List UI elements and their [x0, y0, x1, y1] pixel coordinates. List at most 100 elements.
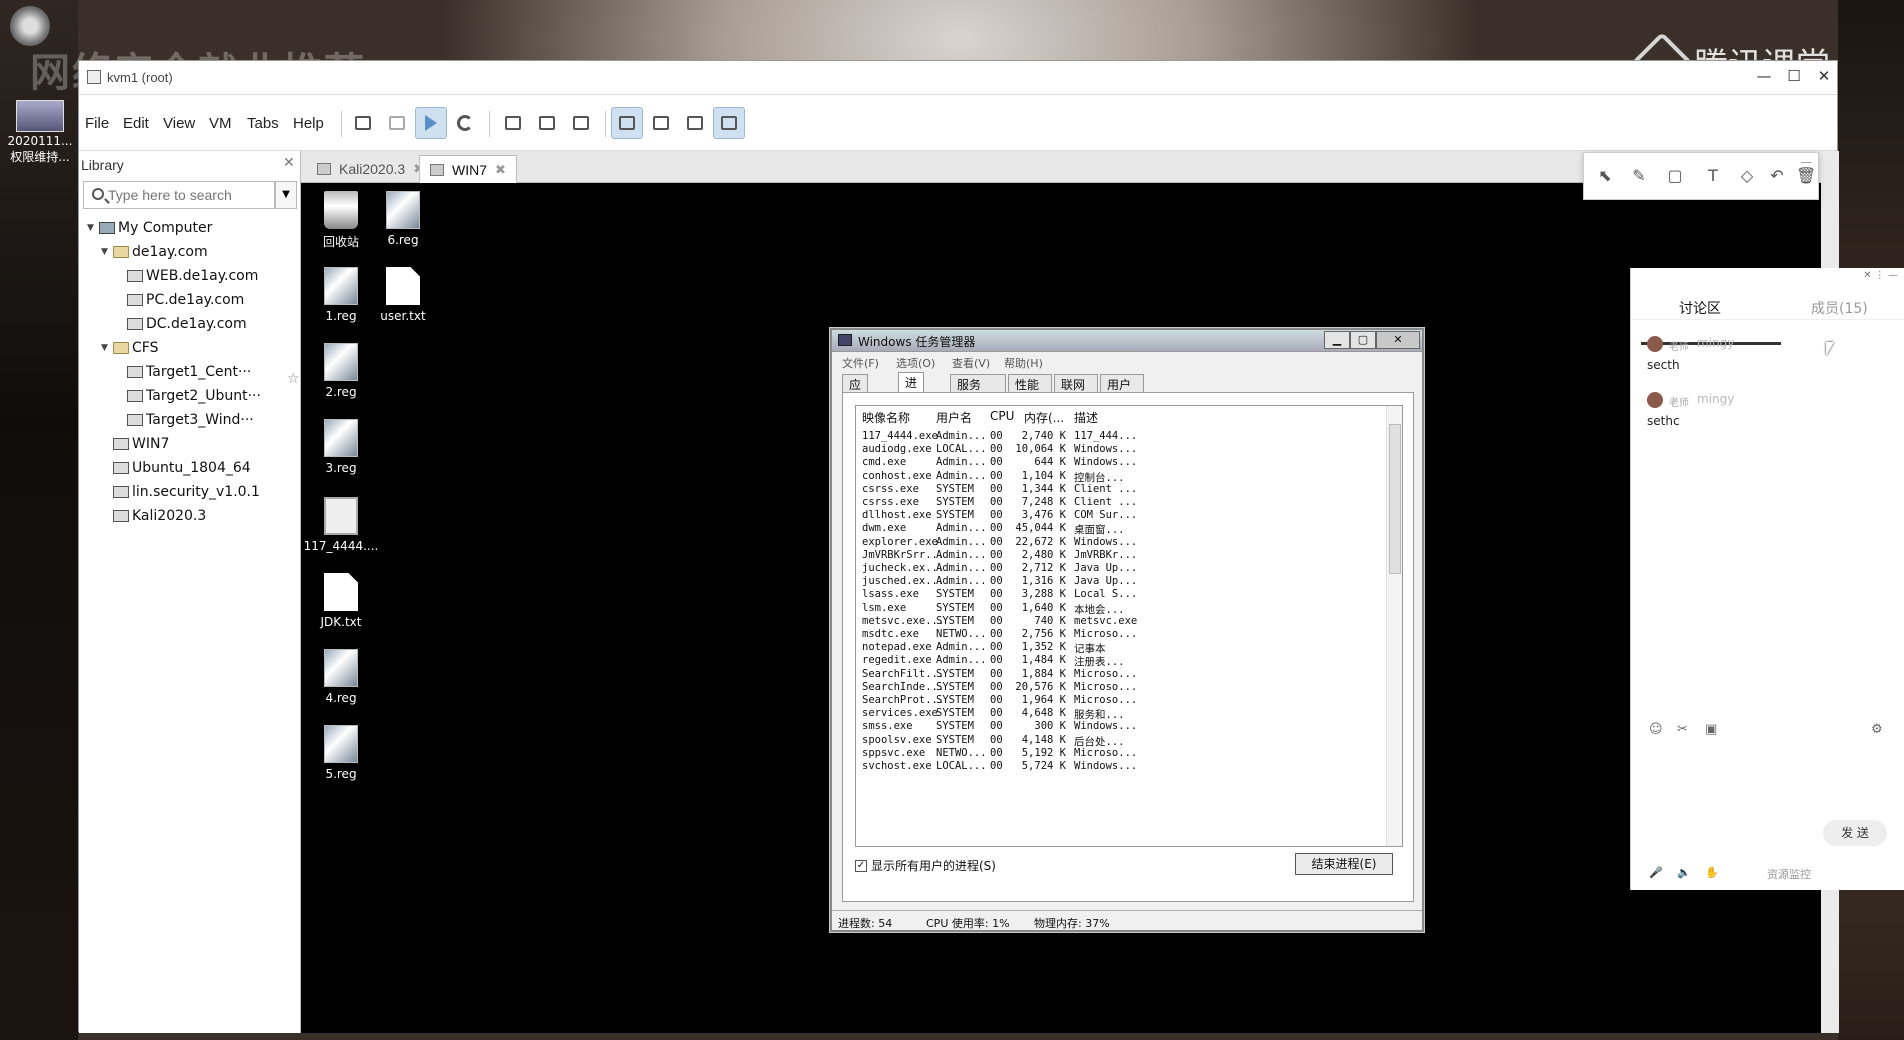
guest-desktop-icon[interactable]: 3.reg [301, 419, 381, 475]
tm-tab-performance[interactable]: 性能 [1008, 374, 1052, 392]
thumbnail-button[interactable] [645, 107, 677, 139]
select-tool-icon[interactable]: ⬉ [1596, 167, 1614, 185]
minimize-button[interactable]: — [1749, 67, 1779, 85]
maximize-button[interactable]: ☐ [1779, 67, 1809, 85]
menu-view[interactable]: View [163, 115, 195, 132]
expand-arrow-icon[interactable]: ▼ [101, 343, 113, 353]
expand-arrow-icon[interactable]: ▼ [101, 247, 113, 257]
guest-desktop-icon[interactable]: 117_4444.... [301, 497, 381, 553]
library-close-button[interactable]: ✕ [283, 155, 295, 171]
panel-controls[interactable]: ✕ ⋮ — [1863, 270, 1898, 281]
tm-maximize-button[interactable]: ▢ [1350, 331, 1376, 349]
menu-tabs[interactable]: Tabs [247, 115, 279, 132]
revert-snapshot-button[interactable] [531, 107, 563, 139]
pen-tool-icon[interactable]: ✎ [1630, 167, 1648, 185]
snapshot-manager-button[interactable] [565, 107, 597, 139]
col-user-name[interactable]: 用户名 [936, 409, 972, 426]
show-library-button[interactable] [611, 107, 643, 139]
tab-kali[interactable]: Kali2020.3 ✖ [307, 155, 434, 183]
expand-arrow-icon[interactable]: ▼ [87, 223, 99, 233]
window-titlebar[interactable]: kvm1 (root) — ☐ ✕ [79, 61, 1837, 95]
col-cpu[interactable]: CPU [990, 409, 1014, 423]
guest-desktop-icon[interactable]: 2.reg [301, 343, 381, 399]
settings-icon[interactable]: ⚙ [1871, 722, 1883, 737]
tree-node[interactable]: ▼ de1ay.com [101, 241, 208, 263]
col-image-name[interactable]: 映像名称 [862, 409, 910, 426]
search-input[interactable] [108, 185, 268, 205]
tab-discussion[interactable]: 讨论区 [1679, 298, 1721, 318]
tm-menu-file[interactable]: 文件(F) [842, 355, 879, 371]
favorite-star-icon[interactable]: ☆ [287, 371, 300, 387]
scissors-icon[interactable]: ✂ [1677, 722, 1688, 737]
guest-desktop-icon[interactable]: 5.reg [301, 725, 381, 781]
tab-close-icon[interactable]: ✖ [495, 162, 506, 178]
tm-tab-networking[interactable]: 联网 [1054, 374, 1098, 392]
send-button[interactable]: 发 送 [1823, 820, 1887, 846]
play-button[interactable] [415, 107, 447, 139]
task-manager-titlebar[interactable]: Windows 任务管理器 ▁ ▢ ✕ [832, 330, 1422, 352]
process-list-scrollbar[interactable] [1386, 406, 1402, 846]
tm-menu-view[interactable]: 查看(V) [952, 355, 990, 371]
microphone-icon[interactable]: 🎤 [1649, 866, 1663, 879]
menu-vm[interactable]: VM [209, 115, 232, 132]
tm-menu-options[interactable]: 选项(O) [896, 355, 935, 371]
text-tool-icon[interactable]: T [1704, 167, 1722, 185]
tree-node[interactable]: ▼ CFS [101, 337, 158, 359]
show-all-processes[interactable]: ✓ 显示所有用户的进程(S) [855, 857, 996, 874]
tree-node[interactable]: WEB.de1ay.com [115, 265, 258, 287]
process-row[interactable]: svchost.exe LOCAL... 00 5,724 K Windows... [856, 758, 1386, 774]
tm-close-button[interactable]: ✕ [1376, 331, 1420, 349]
eraser-tool-icon[interactable]: ◇ [1738, 167, 1756, 185]
guest-desktop-icon[interactable]: JDK.txt [301, 573, 381, 629]
tree-node[interactable]: PC.de1ay.com [115, 289, 244, 311]
col-description[interactable]: 描述 [1074, 409, 1098, 426]
tm-tab-processes[interactable]: 进程 [898, 372, 925, 407]
tm-tab-services[interactable]: 服务 [950, 374, 1006, 392]
menu-edit[interactable]: Edit [123, 115, 149, 132]
menu-file[interactable]: File [85, 115, 109, 132]
tm-minimize-button[interactable]: ▁ [1324, 331, 1350, 349]
tree-node[interactable]: DC.de1ay.com [115, 313, 247, 335]
end-process-button[interactable]: 结束进程(E) [1295, 853, 1393, 875]
col-memory[interactable]: 内存(... [1024, 409, 1064, 426]
guest-desktop-icon[interactable]: user.txt [363, 267, 443, 323]
tab-members[interactable]: 成员(15) [1811, 298, 1868, 318]
tree-node[interactable]: Kali2020.3 [101, 505, 206, 527]
process-list[interactable]: 映像名称 用户名 CPU 内存(... 描述 117_4444.exe Admin… [855, 405, 1403, 847]
tree-node[interactable]: ▼ My Computer [87, 217, 212, 239]
host-desktop-icon[interactable]: 2020111... 权限维持... [4, 100, 76, 165]
undo-icon[interactable]: ↶ [1768, 167, 1786, 185]
restart-button[interactable] [449, 107, 481, 139]
hand-icon[interactable]: ✋ [1705, 866, 1719, 879]
pause-button[interactable] [381, 107, 413, 139]
tab-win7[interactable]: WIN7 ✖ [419, 155, 517, 183]
tree-node[interactable]: Target1_Cent··· [115, 361, 251, 383]
scroll-thumb[interactable] [1389, 424, 1401, 574]
tm-tab-applications[interactable]: 应用程序 [842, 374, 869, 443]
tree-node[interactable]: WIN7 [101, 433, 169, 455]
guest-desktop-icon[interactable]: 6.reg [363, 191, 443, 247]
stop-button[interactable] [347, 107, 379, 139]
tree-node[interactable]: Target3_Wind··· [115, 409, 254, 431]
snapshot-button[interactable] [497, 107, 529, 139]
speaker-icon[interactable]: 🔈 [1677, 866, 1691, 879]
search-dropdown-button[interactable]: ▼ [275, 181, 297, 209]
emoji-icon[interactable]: ☺ [1649, 722, 1663, 737]
tree-node[interactable]: lin.security_v1.0.1 [101, 481, 260, 503]
close-button[interactable]: ✕ [1809, 67, 1839, 85]
tm-menu-help[interactable]: 帮助(H) [1004, 355, 1043, 371]
window-icon [87, 70, 101, 84]
unity-button[interactable] [713, 107, 745, 139]
image-icon[interactable]: ▣ [1705, 722, 1717, 737]
delete-icon[interactable]: 🗑 [1796, 167, 1816, 185]
full-screen-button[interactable] [679, 107, 711, 139]
shape-tool-icon[interactable]: ▢ [1666, 167, 1684, 185]
guest-desktop-icon[interactable]: 4.reg [301, 649, 381, 705]
show-all-checkbox[interactable]: ✓ [855, 859, 867, 872]
tm-tab-users[interactable]: 用户 [1100, 374, 1144, 392]
menu-help[interactable]: Help [293, 115, 324, 132]
resource-monitor-label[interactable]: 资源监控 [1767, 866, 1811, 882]
tree-node[interactable]: Target2_Ubunt··· [115, 385, 261, 407]
tree-node[interactable]: Ubuntu_1804_64 [101, 457, 251, 479]
library-search[interactable] [83, 181, 275, 209]
